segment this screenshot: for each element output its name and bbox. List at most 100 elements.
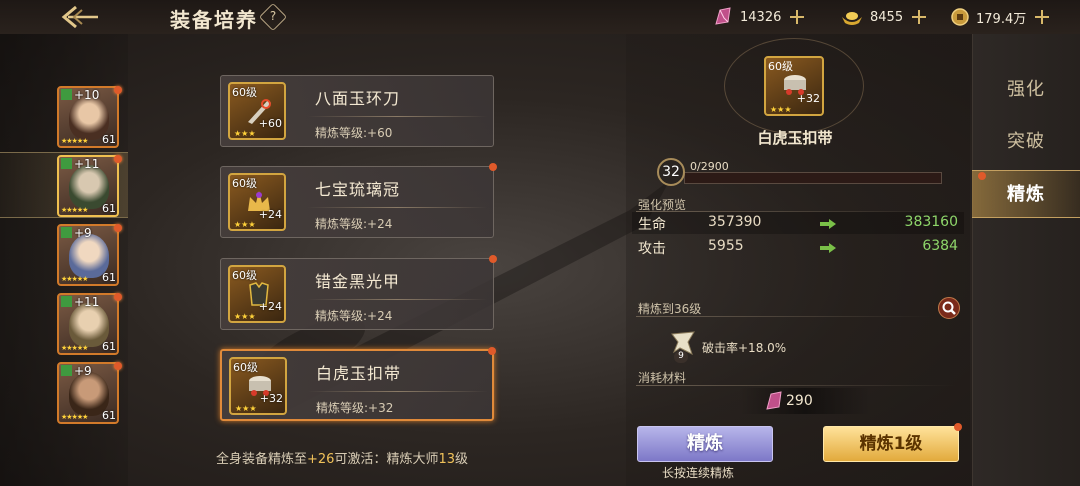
refine-exp-bar xyxy=(684,172,942,184)
divider xyxy=(307,116,487,117)
magnify-button[interactable] xyxy=(938,297,960,319)
hero-refine-bonus: +9 xyxy=(74,364,92,378)
divider xyxy=(636,385,956,386)
divider xyxy=(308,391,488,392)
hero-card[interactable]: +10 ★★★★★ 61 xyxy=(57,86,119,148)
refine-button[interactable]: 精炼 xyxy=(637,426,773,462)
arrow-right-icon xyxy=(820,243,836,253)
divider xyxy=(636,316,932,317)
refine-one-level-button[interactable]: 精炼1级 xyxy=(823,426,959,462)
equipment-refine-level: 精炼等级:+24 xyxy=(315,217,393,231)
hero-level: 61 xyxy=(102,340,116,353)
refine-level-icon xyxy=(61,158,72,169)
crystal-count: 14326 xyxy=(740,9,782,25)
hero-refine-bonus: +11 xyxy=(74,295,100,309)
crit-level-badge: 9 xyxy=(674,351,688,363)
divider xyxy=(307,299,487,300)
hero-stars: ★★★★★ xyxy=(61,206,88,214)
tab-refine[interactable]: 精炼 xyxy=(972,170,1080,218)
stat-current: 357390 xyxy=(708,214,762,230)
back-arrow-icon xyxy=(61,5,98,29)
equipment-icon: 60级 +32 ★★★ xyxy=(229,357,287,415)
equipment-stars: ★★★ xyxy=(234,129,256,138)
equipment-name: 白虎玉扣带 xyxy=(316,364,402,383)
equipment-name: 八面玉环刀 xyxy=(315,89,401,108)
hero-notification-dot xyxy=(114,155,122,163)
hero-refine-bonus: +10 xyxy=(74,88,100,102)
equipment-slot-armor[interactable]: 60级 +24 ★★★ 错金黑光甲 精炼等级:+24 xyxy=(220,255,497,330)
refine-level-icon xyxy=(61,89,72,100)
hero-level: 61 xyxy=(102,202,116,215)
crit-rate-text: 破击率+18.0% xyxy=(702,341,787,355)
equipment-name: 七宝琉璃冠 xyxy=(315,180,401,199)
add-ingot-button[interactable] xyxy=(911,9,927,25)
hero-notification-dot xyxy=(114,86,122,94)
stat-name: 攻击 xyxy=(638,241,666,257)
notification-dot xyxy=(954,423,962,431)
equipment-level-tag: 60级 xyxy=(232,86,257,99)
item-bonus: +32 xyxy=(796,92,820,105)
hero-card-selected[interactable]: +11 ★★★★★ 61 xyxy=(57,155,119,217)
add-crystal-button[interactable] xyxy=(789,9,805,25)
equipment-refine-level: 精炼等级:+60 xyxy=(315,126,393,140)
hero-notification-dot xyxy=(114,362,122,370)
equipment-icon: 60级 +24 ★★★ xyxy=(228,173,286,231)
equipment-icon: 60级 +24 ★★★ xyxy=(228,265,286,323)
hero-stars: ★★★★★ xyxy=(61,137,88,145)
hero-level: 61 xyxy=(102,409,116,422)
question-mark-icon: ? xyxy=(269,9,277,23)
hero-refine-bonus: +9 xyxy=(74,226,92,240)
hero-refine-bonus: +11 xyxy=(74,157,100,171)
refine-master-hint: 全身装备精炼至+26可激活：精炼大师13级 xyxy=(216,452,469,467)
ingot-icon xyxy=(842,12,862,25)
back-button[interactable] xyxy=(60,4,100,30)
coin-count: 179.4万 xyxy=(976,11,1027,27)
equipment-name: 错金黑光甲 xyxy=(315,272,401,291)
hero-card[interactable]: +11 ★★★★★ 61 xyxy=(57,293,119,355)
selected-item-icon: 60级 +32 ★★★ xyxy=(764,56,824,116)
hero-notification-dot xyxy=(114,293,122,301)
refine-exp-text: 0/2900 xyxy=(690,160,729,173)
equipment-refine-level: 精炼等级:+32 xyxy=(316,401,394,415)
item-level-tag: 60级 xyxy=(768,60,793,73)
stat-next: 6384 xyxy=(922,238,958,254)
hero-notification-dot xyxy=(114,224,122,232)
add-coin-button[interactable] xyxy=(1034,9,1050,25)
resource-crystal: 14326 xyxy=(712,6,805,28)
refine-level-icon xyxy=(61,365,72,376)
equipment-bonus: +60 xyxy=(258,117,282,130)
resource-coin: 179.4万 xyxy=(950,6,1050,28)
material-label: 消耗材料 xyxy=(638,371,687,385)
equipment-bonus: +24 xyxy=(258,208,282,221)
refine-level-badge: 32 xyxy=(657,158,685,186)
equipment-bonus: +32 xyxy=(259,392,283,405)
coin-icon xyxy=(951,8,969,26)
hero-stars: ★★★★★ xyxy=(61,275,88,283)
equipment-stars: ★★★ xyxy=(234,312,256,321)
equipment-level-tag: 60级 xyxy=(232,177,257,190)
crystal-icon xyxy=(766,391,782,410)
selected-item-name: 白虎玉扣带 xyxy=(757,129,833,147)
equipment-slot-helmet[interactable]: 60级 +24 ★★★ 七宝琉璃冠 精炼等级:+24 xyxy=(220,163,497,238)
hero-card[interactable]: +9 ★★★★★ 61 xyxy=(57,224,119,286)
equipment-slot-belt-selected[interactable]: 60级 +32 ★★★ 白虎玉扣带 精炼等级:+32 xyxy=(220,347,496,421)
hold-to-refine-hint: 长按连续精炼 xyxy=(662,466,735,480)
hero-card[interactable]: +9 ★★★★★ 61 xyxy=(57,362,119,424)
hero-level: 61 xyxy=(102,133,116,146)
notification-dot xyxy=(489,163,497,171)
equipment-level-tag: 60级 xyxy=(232,269,257,282)
magnifier-icon xyxy=(942,301,956,315)
hero-stars: ★★★★★ xyxy=(61,413,88,421)
equipment-slot-weapon[interactable]: 60级 +60 ★★★ 八面玉环刀 精炼等级:+60 xyxy=(220,75,494,147)
equipment-level-tag: 60级 xyxy=(233,361,258,374)
equipment-bonus: +24 xyxy=(258,300,282,313)
equipment-stars: ★★★ xyxy=(234,220,256,229)
tab-breakthrough[interactable]: 突破 xyxy=(972,118,1080,166)
resource-ingot: 8455 xyxy=(840,6,927,28)
notification-dot xyxy=(978,172,986,180)
notification-dot xyxy=(489,255,497,263)
notification-dot xyxy=(488,347,496,355)
arrow-right-icon xyxy=(820,219,836,229)
tab-enhance[interactable]: 强化 xyxy=(972,66,1080,114)
stat-current: 5955 xyxy=(708,238,744,254)
